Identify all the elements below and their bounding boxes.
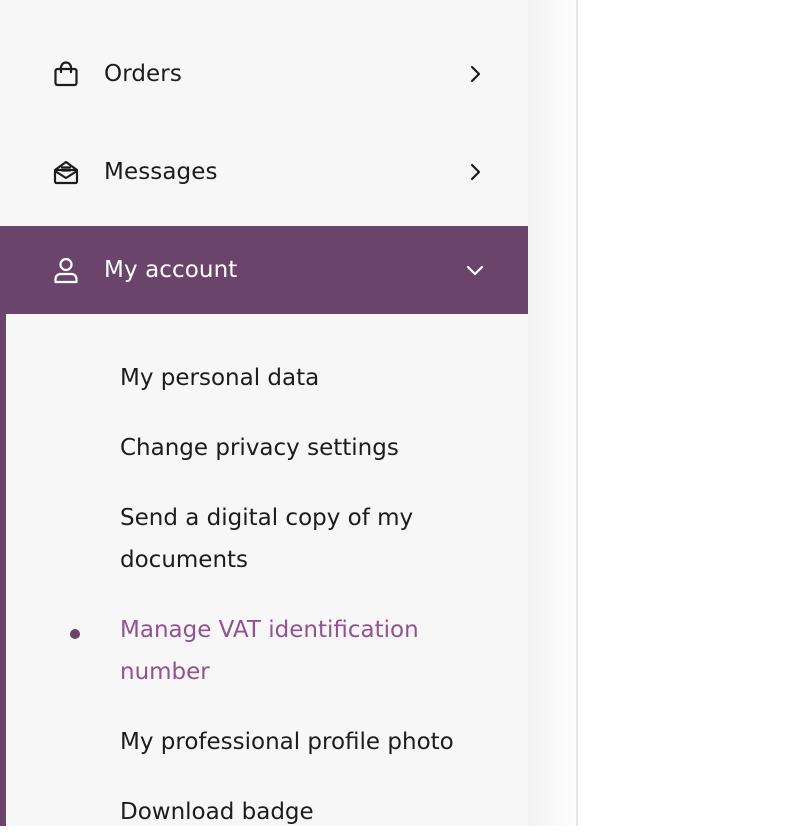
submenu-item-digital-copy-documents[interactable]: Send a digital copy of my documents [120, 497, 480, 581]
chevron-right-icon [470, 65, 481, 83]
submenu-item-vat-number[interactable]: Manage VAT identification number [120, 609, 480, 693]
chevron-down-icon [466, 265, 484, 276]
submenu-item-privacy-settings[interactable]: Change privacy settings [120, 427, 480, 469]
sidebar: Orders Messages My account My personal d… [0, 0, 528, 826]
main-content [578, 0, 796, 826]
chevron-right-icon [470, 163, 481, 181]
sidebar-item-orders[interactable]: Orders [0, 30, 528, 118]
sidebar-item-label: Orders [104, 61, 182, 87]
sidebar-item-label: Messages [104, 159, 218, 185]
sidebar-item-messages[interactable]: Messages [0, 128, 528, 216]
sidebar-shadow [528, 0, 576, 826]
submenu-item-personal-data[interactable]: My personal data [120, 357, 480, 399]
submenu-accent-bar [0, 314, 6, 826]
active-bullet-icon [70, 629, 80, 639]
user-icon [54, 257, 78, 284]
sidebar-item-label: My account [104, 257, 238, 283]
sidebar-item-my-account[interactable]: My account [0, 226, 528, 314]
submenu-item-profile-photo[interactable]: My professional profile photo [120, 721, 480, 763]
submenu-item-download-badge[interactable]: Download badge [120, 791, 480, 833]
envelope-icon [53, 160, 79, 185]
shopping-bag-icon [54, 61, 78, 87]
